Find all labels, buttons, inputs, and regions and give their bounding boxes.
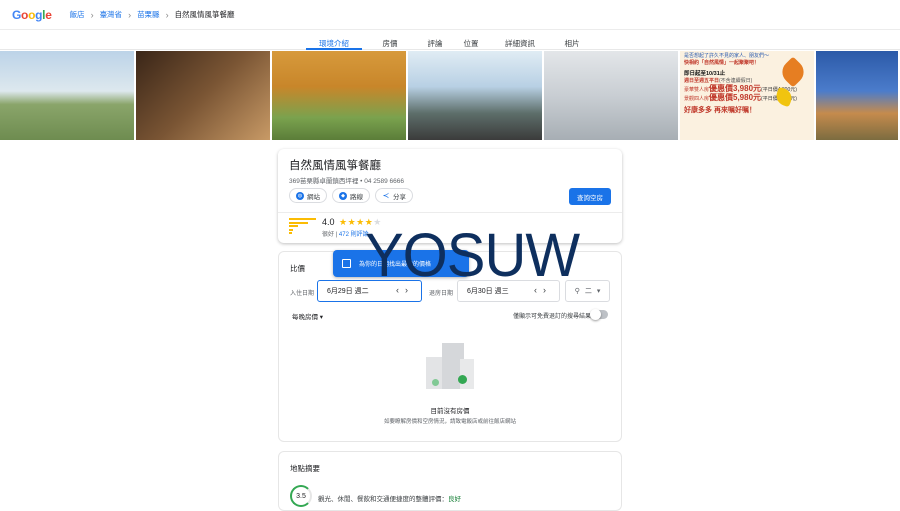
chevron-right-icon: › [165,9,169,20]
checkin-value: 6月29日 週二 [327,288,369,295]
promo-line6-label: 景觀四人房 [684,96,710,102]
price-section-title: 比價 [290,264,305,273]
share-icon: ≺ [382,191,390,200]
check-availability-button[interactable]: 查詢空房 [569,188,611,205]
directions-icon: ◆ [339,191,347,200]
calendar-icon [342,259,351,268]
breadcrumb-item-current: 自然風情風箏餐廳 [174,10,235,19]
photo-garden[interactable] [0,51,134,140]
sort-dropdown[interactable]: 每晚房價 ▾ [292,311,323,321]
sort-label: 每晚房價 [292,314,318,321]
globe-icon: ◍ [296,191,304,200]
location-grade: 良好 [448,496,461,503]
tab-reviews[interactable]: 評論 [418,30,452,49]
breadcrumb-item-county[interactable]: 苗栗縣 [137,9,160,20]
rating-distribution [289,218,316,236]
google-logo[interactable]: Google [12,8,52,22]
photo-trees[interactable] [272,51,406,140]
directions-label: 路線 [350,193,363,201]
share-button[interactable]: ≺ 分享 [375,188,413,203]
tab-overview[interactable]: 環境介紹 [306,30,362,50]
caret-down-icon: ▾ [596,288,601,295]
free-cancel-toggle[interactable] [590,308,608,320]
rating-summary: 很好 | 472 則評論 [322,232,369,238]
location-summary-text: 觀光、休閒、餐飲和交通便捷度的整體評價：良好 [318,493,461,503]
chevron-right-icon: › [128,9,132,20]
tab-location[interactable]: 位置 [452,30,490,49]
location-section-title: 地點摘要 [290,464,320,473]
photo-balcony[interactable] [408,51,542,140]
breadcrumb: 飯店 › 臺灣省 › 苗栗縣 › 自然風情風箏餐廳 [70,9,235,20]
checkin-label: 入住日期 [290,291,315,297]
action-chips: ◍ 網站 ◆ 路線 ≺ 分享 [289,188,413,203]
hotel-address: 369苗栗縣卓蘭鎮西坪裡 • 04 2589 6666 [289,178,404,185]
rating-label: 很好 [322,232,335,238]
photo-meeting-room[interactable] [544,51,678,140]
directions-button[interactable]: ◆ 路線 [332,188,370,203]
top-bar: Google 飯店 › 臺灣省 › 苗栗縣 › 自然風情風箏餐廳 [0,0,900,30]
tab-photos[interactable]: 相片 [550,30,594,49]
website-button[interactable]: ◍ 網站 [289,188,327,203]
photo-room[interactable] [136,51,270,140]
photo-building[interactable] [816,51,898,140]
watermark: YOSUW [365,221,580,290]
location-text: 觀光、休閒、餐飲和交通便捷度的整體評價： [318,496,448,503]
empty-title: 目前沒有房價 [430,408,470,415]
chevron-right-icon: › [90,9,94,20]
photo-promo[interactable]: 是否想起了許久不見的家人、朋友們～ 快相約「自然風情」一起聚聚吧！ 即日起至10… [680,51,814,140]
rating-value: 4.0 [322,217,335,227]
tab-details[interactable]: 詳細資訊 [490,30,550,49]
website-label: 網站 [307,193,320,201]
photo-strip: 是否想起了許久不見的家人、朋友們～ 快相約「自然風情」一起聚聚吧！ 即日起至10… [0,51,900,140]
empty-subtitle: 如要瞭解房價和空房情況，請致電飯店或前往飯店網站 [383,419,516,425]
promo-line6-price: 優惠價5,980元 [709,93,762,102]
free-cancel-label: 僅顯示可免費退訂的搜尋結果 [512,314,591,320]
promo-line5-label: 豪華雙人房 [684,87,710,93]
breadcrumb-item-province[interactable]: 臺灣省 [100,9,123,20]
divider [278,212,622,213]
no-prices-illustration [424,335,480,391]
hotel-name: 自然風情風箏餐廳 [289,160,381,172]
section-tabs: 環境介紹 房價 評論 位置 詳細資訊 相片 [0,30,900,50]
location-summary-card: 地點摘要 3.5 觀光、休閒、餐飲和交通便捷度的整體評價：良好 [278,451,622,511]
share-label: 分享 [393,193,406,201]
promo-line5-price: 優惠價3,980元 [709,84,762,93]
tab-prices[interactable]: 房價 [362,30,418,49]
breadcrumb-item-hotels[interactable]: 飯店 [70,9,85,20]
guests-value: 二 [584,288,592,295]
location-score: 3.5 [290,485,312,507]
promo-line7: 好康多多 再來嘱好嘱！ [684,107,756,114]
